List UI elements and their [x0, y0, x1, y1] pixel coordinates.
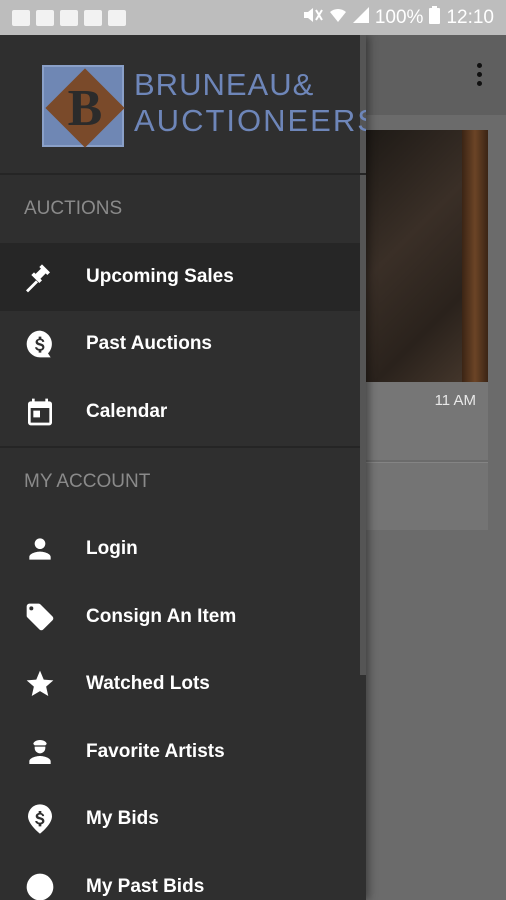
logo-text-bottom: AUCTIONEERS [134, 103, 366, 138]
mute-icon [301, 6, 323, 30]
nav-item-calendar[interactable]: Calendar [0, 378, 366, 446]
nav-label: Calendar [86, 400, 168, 422]
tag-icon [0, 583, 86, 651]
nav-label: My Past Bids [86, 875, 205, 897]
section-header-my-account: MY ACCOUNT [24, 470, 151, 492]
clock-icon [0, 853, 86, 900]
gavel-icon [0, 243, 86, 311]
nav-label: Watched Lots [86, 673, 210, 695]
nav-label: Favorite Artists [86, 740, 225, 762]
brand-logo: B BRUNEAU& AUCTIONEERS [42, 65, 366, 148]
nav-label: Login [86, 538, 138, 560]
person-icon [0, 516, 86, 584]
news-icon [108, 9, 126, 26]
overflow-menu-icon[interactable] [474, 63, 484, 86]
auction-card-secondary[interactable] [366, 462, 488, 530]
nav-item-past-auctions[interactable]: Past Auctions [0, 311, 366, 379]
logo-text-top: BRUNEAU& [134, 67, 315, 102]
inbox-icon [60, 9, 78, 26]
battery-percent: 100% [374, 6, 424, 28]
dollar-bubble-icon [0, 311, 86, 379]
logo-emblem: B [42, 65, 125, 148]
notification-icons [12, 9, 126, 26]
wifi-icon [329, 6, 347, 30]
auction-image [366, 130, 488, 382]
nav-item-favorite-artists[interactable]: Favorite Artists [0, 718, 366, 786]
nav-label: My Bids [86, 808, 159, 830]
star-icon [0, 651, 86, 719]
signal-icon [352, 6, 369, 29]
nav-item-upcoming-sales[interactable]: Upcoming Sales [0, 243, 366, 311]
drawer-header: B BRUNEAU& AUCTIONEERS [0, 35, 366, 175]
battery-icon [429, 5, 441, 30]
auction-time: 11 AM [434, 392, 476, 409]
facebook-icon [84, 9, 102, 26]
clock-time: 12:10 [446, 6, 494, 28]
nav-item-watched-lots[interactable]: Watched Lots [0, 651, 366, 719]
calendar-icon [0, 378, 86, 446]
nav-item-consign[interactable]: Consign An Item [0, 583, 366, 651]
section-header-auctions: AUCTIONS [24, 198, 123, 219]
auction-card[interactable]: 11 AM [366, 130, 488, 460]
nav-item-my-past-bids[interactable]: My Past Bids [0, 853, 366, 900]
gallery-icon [12, 9, 30, 26]
status-bar: 100% 12:10 [0, 0, 506, 35]
mail-icon [36, 9, 54, 26]
navigation-drawer: B BRUNEAU& AUCTIONEERS AUCTIONS Upcoming… [0, 35, 366, 900]
nav-label: Upcoming Sales [86, 265, 234, 287]
dollar-pin-icon [0, 786, 86, 854]
nav-item-my-bids[interactable]: My Bids [0, 786, 366, 854]
nav-label: Past Auctions [86, 333, 212, 355]
artist-icon [0, 718, 86, 786]
nav-label: Consign An Item [86, 605, 237, 627]
system-indicators: 100% 12:10 [301, 5, 494, 30]
nav-item-login[interactable]: Login [0, 516, 366, 584]
